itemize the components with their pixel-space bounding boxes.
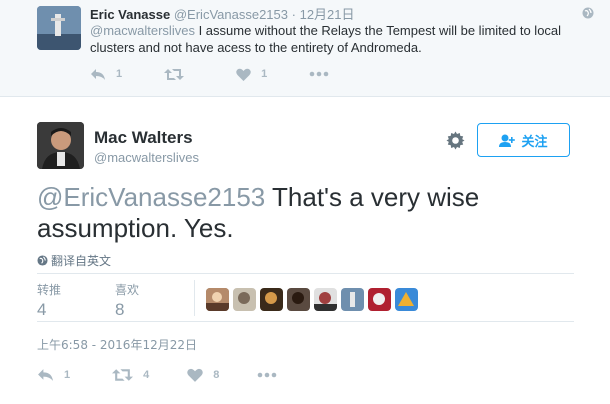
reply-author-handle[interactable]: @EricVanasse2153 xyxy=(174,7,288,22)
tweet-actions: 1 4 8 xyxy=(37,366,319,384)
retweet-count: 4 xyxy=(143,369,150,381)
translate-link[interactable]: 翻译自英文 xyxy=(37,252,111,269)
separator-dot: · xyxy=(291,7,296,22)
reply-text: @macwalterslives I assume without the Re… xyxy=(90,22,590,56)
retweets-stat[interactable]: 转推 4 xyxy=(37,281,61,320)
more-icon xyxy=(309,71,329,77)
reply-avatar[interactable] xyxy=(37,6,81,50)
reply-reply-button[interactable]: 1 xyxy=(90,68,122,81)
follow-person-icon xyxy=(499,134,516,147)
reply-tweet[interactable]: Eric Vanasse @EricVanasse2153 · 12月21日 @… xyxy=(0,0,610,97)
author-avatar[interactable] xyxy=(37,122,84,169)
reply-icon xyxy=(38,369,53,381)
globe-icon xyxy=(582,6,594,19)
reply-header: Eric Vanasse @EricVanasse2153 · 12月21日 xyxy=(90,4,355,23)
like-count: 8 xyxy=(213,369,220,381)
translate-label: 翻译自英文 xyxy=(51,254,112,268)
reply-button[interactable]: 1 xyxy=(37,368,70,382)
heart-icon xyxy=(187,368,203,382)
follow-button[interactable]: 关注 xyxy=(477,123,570,157)
likes-count: 8 xyxy=(115,300,125,319)
reply-icon xyxy=(91,68,105,80)
gear-icon[interactable] xyxy=(446,131,465,150)
liker-avatar[interactable] xyxy=(287,288,310,311)
retweet-button[interactable]: 4 xyxy=(112,368,149,382)
more-icon xyxy=(258,372,277,378)
author-name[interactable]: Mac Walters xyxy=(94,128,193,148)
divider xyxy=(37,321,574,322)
reply-reply-count: 1 xyxy=(116,68,123,80)
likes-label: 喜欢 xyxy=(115,283,140,297)
follow-label: 关注 xyxy=(521,134,548,150)
reply-timestamp[interactable]: 12月21日 xyxy=(300,7,355,22)
reply-actions: 1 1 xyxy=(90,65,371,83)
more-button[interactable] xyxy=(257,372,277,378)
tweet-mention[interactable]: @EricVanasse2153 xyxy=(37,182,265,212)
liker-avatar[interactable] xyxy=(233,288,256,311)
liker-avatar[interactable] xyxy=(368,288,391,311)
retweet-icon xyxy=(112,369,134,381)
liker-avatar[interactable] xyxy=(314,288,337,311)
retweets-count: 4 xyxy=(37,300,47,319)
heart-icon xyxy=(236,68,251,81)
liker-avatar[interactable] xyxy=(206,288,229,311)
retweets-label: 转推 xyxy=(37,283,62,297)
divider xyxy=(194,280,195,316)
tweet-timestamp: 上午6:58 - 2016年12月22日 xyxy=(37,338,197,352)
like-button[interactable]: 8 xyxy=(187,368,219,382)
liker-avatars xyxy=(206,288,422,311)
likes-stat[interactable]: 喜欢 8 xyxy=(115,281,139,320)
reply-like-count: 1 xyxy=(261,68,268,80)
liker-avatar[interactable] xyxy=(395,288,418,311)
globe-icon xyxy=(37,255,48,266)
divider xyxy=(37,273,574,274)
author-handle[interactable]: @macwalterslives xyxy=(94,150,199,165)
liker-avatar[interactable] xyxy=(260,288,283,311)
reply-mention[interactable]: @macwalterslives xyxy=(90,23,195,38)
reply-author-name[interactable]: Eric Vanasse xyxy=(90,7,170,22)
liker-avatar[interactable] xyxy=(341,288,364,311)
reply-more-button[interactable] xyxy=(309,71,329,77)
reply-like-button[interactable]: 1 xyxy=(236,68,267,81)
tweet-text: @EricVanasse2153 That's a very wise assu… xyxy=(37,182,577,244)
reply-count: 1 xyxy=(64,369,71,381)
retweet-icon xyxy=(164,68,185,80)
reply-retweet-button[interactable] xyxy=(164,68,194,81)
